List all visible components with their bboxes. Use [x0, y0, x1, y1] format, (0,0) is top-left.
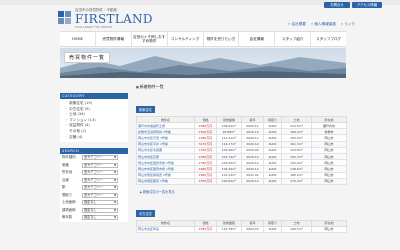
- search-select-value: 全カテゴリー: [84, 155, 104, 160]
- sidebar: CATEGORY 新築住宅 (19) 中古住宅 (9) 土地 (34) マンショ…: [60, 93, 128, 222]
- nav-home[interactable]: HOME: [60, 32, 96, 46]
- category-list: 新築住宅 (19) 中古住宅 (9) 土地 (34) マンション (13) 収益…: [60, 99, 128, 143]
- search-select[interactable]: 全カテゴリー ▼: [82, 192, 118, 198]
- search-row: 所在地 全カテゴリー ▼: [60, 169, 128, 177]
- table-cell: 100.81m²: [216, 177, 242, 185]
- table-cell: 176.4m²: [281, 177, 312, 185]
- search-row: 土地面積 指定なし ▼: [60, 199, 128, 207]
- nav-blog[interactable]: スタッフブログ: [311, 32, 346, 46]
- search-label: 建物面積: [62, 207, 76, 212]
- utility-links: 会社概要 個人情報保護 リンク: [288, 22, 355, 27]
- search-select-value: 指定なし: [84, 207, 97, 212]
- search-form: 物件種別 全カテゴリー ▼ 価格 全カテゴリー ▼ 所在地 全カテゴリー ▼ 沿線 全カテゴリー ▼ 駅…: [60, 154, 128, 222]
- util-link-links[interactable]: リンク: [341, 22, 355, 27]
- search-row: 間取り 全カテゴリー ▼: [60, 191, 128, 200]
- table-cell: 2580万円: [194, 225, 217, 234]
- page-title: 売買物件一覧: [64, 52, 111, 63]
- category-tag-new: 新築住宅: [136, 106, 155, 113]
- logo-name: FIRSTLAND: [75, 12, 153, 26]
- nav-consulting[interactable]: コンサルティング: [168, 32, 204, 46]
- section-title: 新着物件一覧: [136, 84, 346, 90]
- search-select[interactable]: 指定なし ▼: [82, 200, 118, 206]
- search-select-value: 全カテゴリー: [84, 170, 104, 175]
- contact-button[interactable]: お問合せ: [324, 2, 350, 8]
- main-content: 新着物件一覧 新築住宅 物件名価格建物面積築年間取り土地所在地 瀬戸内市長船町土…: [136, 84, 347, 234]
- search-select[interactable]: 指定なし ▼: [82, 215, 118, 221]
- search-row: 価格 全カテゴリー ▼: [60, 161, 128, 170]
- search-label: 所在地: [62, 170, 73, 175]
- table-cell: 2004.03: [241, 225, 264, 234]
- chevron-down-icon: ▼: [114, 186, 116, 190]
- table-cell: 2020.12: [241, 177, 264, 185]
- search-select-value: 全カテゴリー: [84, 185, 104, 190]
- nav-sale-properties[interactable]: 売買物件情報: [96, 32, 132, 46]
- nav-recommended[interactable]: 吉田のイチ押しおすすめ物件: [132, 32, 168, 46]
- chevron-down-icon: ▼: [114, 201, 116, 205]
- search-select-value: 指定なし: [84, 200, 97, 205]
- table-cell: 5LDK: [263, 225, 282, 234]
- table-cell: 190.5m²: [281, 225, 312, 234]
- util-link-company[interactable]: 会社概要: [288, 22, 306, 27]
- chevron-down-icon: ▼: [114, 163, 116, 167]
- site-logo[interactable]: 吉田市の賃貸物件・不動産 FIRSTLAND CHALLENGE THE DRE…: [58, 8, 153, 29]
- table-row[interactable]: 岡山市南区藤田 1号棟 2580万円 100.81m² 2020.12 4LDK 176.…: [136, 177, 347, 185]
- access-button[interactable]: アクセス情報: [352, 2, 382, 8]
- search-label: 土地面積: [62, 200, 76, 205]
- search-row: 駅 全カテゴリー ▼: [60, 184, 128, 192]
- search-select[interactable]: 全カテゴリー ▼: [82, 170, 118, 176]
- search-row: 物件種別 全カテゴリー ▼: [60, 154, 128, 162]
- search-label: 沿線: [62, 177, 69, 182]
- search-row: 築年数 指定なし ▼: [60, 214, 128, 222]
- table-cell: 115.78m²: [216, 225, 242, 234]
- nav-sell[interactable]: 物件を売りたい方: [204, 32, 240, 46]
- chevron-down-icon: ▼: [114, 171, 116, 175]
- search-label: 駅: [62, 185, 66, 190]
- chevron-down-icon: ▼: [114, 193, 116, 197]
- search-select[interactable]: 全カテゴリー ▼: [82, 177, 118, 183]
- table-cell: 岡山市: [311, 177, 347, 185]
- search-row: 建物面積 指定なし ▼: [60, 206, 128, 215]
- nav-staff[interactable]: スタッフ紹介: [275, 32, 312, 46]
- chevron-down-icon: ▼: [114, 156, 116, 160]
- chevron-down-icon: ▼: [114, 178, 116, 182]
- search-label: 物件種別: [62, 155, 76, 160]
- more-new-link[interactable]: 新築住宅の一覧を見る: [140, 189, 346, 194]
- table-row[interactable]: 岡山市北区津島 2580万円 115.78m² 2004.03 5LDK 190.5m² 岡…: [136, 225, 347, 234]
- search-row: 沿線 全カテゴリー ▼: [60, 176, 128, 185]
- property-name-link[interactable]: 岡山市南区藤田 1号棟: [136, 177, 195, 185]
- chevron-down-icon: ▼: [114, 216, 116, 220]
- property-name-link[interactable]: 岡山市北区津島: [136, 225, 195, 234]
- search-select-value: 指定なし: [84, 215, 97, 220]
- table-cell: 岡山市: [311, 225, 347, 234]
- search-select[interactable]: 全カテゴリー ▼: [82, 185, 118, 191]
- table-cell: 4LDK: [263, 177, 282, 185]
- category-item[interactable]: 店舗 (4): [60, 135, 128, 141]
- chevron-down-icon: ▼: [114, 208, 116, 212]
- search-label: 価格: [62, 162, 69, 167]
- category-tag-used: 中古住宅: [136, 209, 155, 217]
- table-cell: 2580万円: [194, 177, 217, 185]
- global-nav: HOME 売買物件情報 吉田のイチ押しおすすめ物件 コンサルティング 物件を売り…: [60, 31, 346, 47]
- search-label: 間取り: [62, 192, 73, 197]
- property-table-used: 物件名 価格 建物面積 築年 間取り 土地 所在地 岡山市北区津島 2580万円 115.78m…: [136, 219, 347, 234]
- search-select[interactable]: 全カテゴリー ▼: [82, 162, 118, 168]
- property-table: 物件名 価格 建物面積 築年 間取り 土地 所在地 瀬戸内市長船町土師 2980万円 106.6…: [136, 116, 347, 185]
- search-select[interactable]: 指定なし ▼: [82, 207, 118, 213]
- nav-company[interactable]: 会社情報: [239, 32, 276, 46]
- search-select-value: 全カテゴリー: [84, 177, 104, 182]
- search-label: 築年数: [62, 215, 73, 220]
- util-link-privacy[interactable]: 個人情報保護: [311, 22, 336, 27]
- search-select[interactable]: 全カテゴリー ▼: [82, 155, 118, 161]
- hero-banner: 売買物件一覧: [60, 48, 346, 78]
- search-select-value: 全カテゴリー: [84, 192, 104, 197]
- search-select-value: 全カテゴリー: [84, 162, 104, 167]
- logo-mark-icon: [58, 11, 72, 25]
